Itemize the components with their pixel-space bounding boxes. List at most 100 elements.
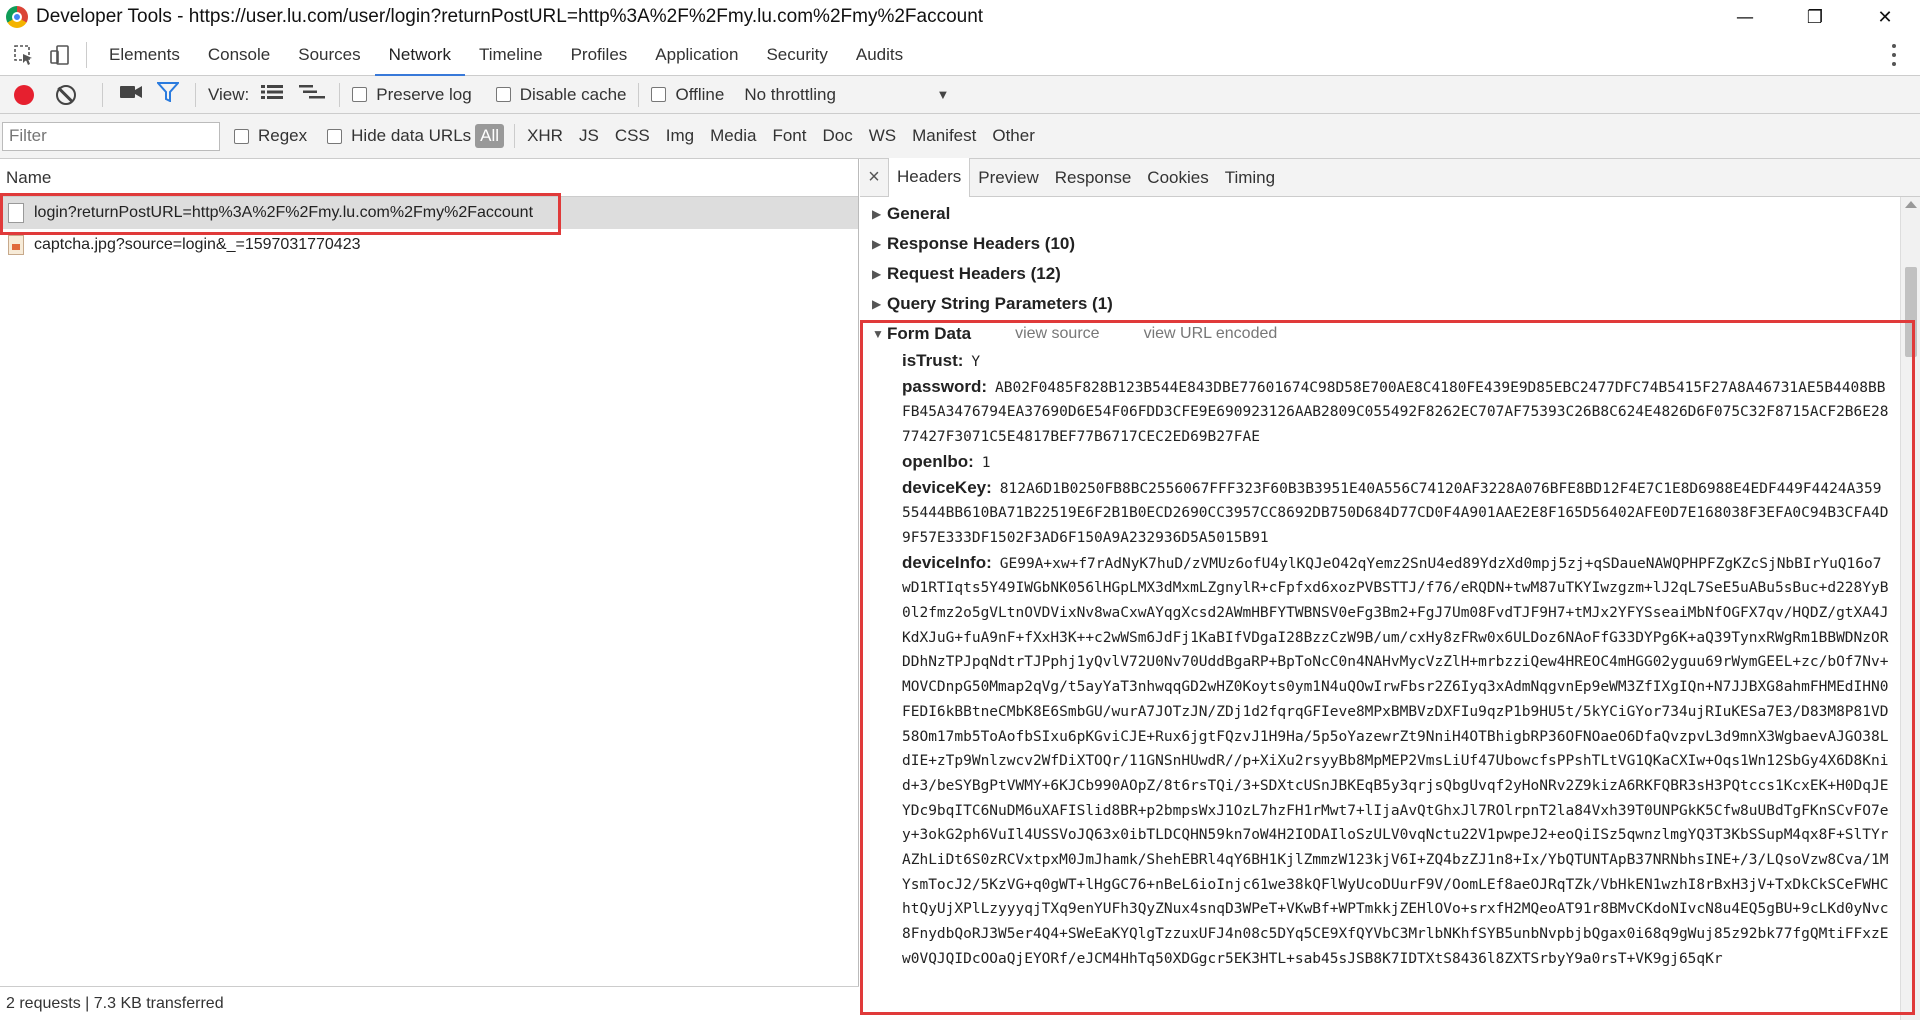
disable-cache-checkbox[interactable]: Disable cache: [495, 85, 626, 105]
query-string-section[interactable]: ▶ Query String Parameters (1): [860, 289, 1920, 319]
clear-icon[interactable]: [56, 84, 76, 105]
chrome-logo-icon: [6, 6, 28, 28]
checkbox-icon: [651, 87, 667, 102]
tab-sources[interactable]: Sources: [284, 34, 374, 76]
tab-response[interactable]: Response: [1047, 159, 1140, 197]
tab-application[interactable]: Application: [641, 34, 752, 76]
general-title: General: [887, 204, 951, 223]
tab-profiles[interactable]: Profiles: [557, 34, 642, 76]
tab-cookies[interactable]: Cookies: [1139, 159, 1216, 197]
close-details-icon[interactable]: ×: [860, 166, 888, 189]
filter-input[interactable]: [2, 121, 220, 151]
toolbar-divider: [339, 82, 341, 107]
toolbar-divider: [195, 82, 196, 107]
toolbar-divider: [514, 124, 516, 148]
response-headers-title: Response Headers (10): [887, 234, 1076, 253]
scrollbar-thumb[interactable]: [1905, 267, 1917, 357]
toolbar-divider: [86, 41, 87, 68]
form-data-title: Form Data: [887, 324, 972, 343]
status-bar: 2 requests | 7.3 KB transferred: [0, 986, 859, 1020]
field-value: 812A6D1B0250FB8BC2556067FFF323F60B3B3951…: [902, 480, 1889, 546]
filter-font[interactable]: Font: [764, 126, 814, 146]
request-name: captcha.jpg?source=login&_=1597031770423: [34, 236, 361, 253]
filter-other[interactable]: Other: [984, 126, 1043, 146]
tab-network[interactable]: Network: [374, 34, 465, 76]
capture-screenshots-icon[interactable]: [119, 83, 143, 106]
view-source-link[interactable]: view source: [1015, 325, 1099, 343]
window-title: Developer Tools - https://user.lu.com/us…: [36, 6, 984, 27]
hide-data-urls-label: Hide data URLs: [351, 126, 472, 145]
field-key: deviceKey:: [902, 477, 992, 497]
document-icon: [8, 203, 24, 223]
request-row[interactable]: captcha.jpg?source=login&_=1597031770423: [0, 229, 858, 261]
tab-timeline[interactable]: Timeline: [465, 34, 557, 76]
general-section[interactable]: ▶ General: [860, 199, 1920, 229]
image-file-icon: [8, 235, 24, 255]
filter-xhr[interactable]: XHR: [519, 126, 571, 146]
tab-security[interactable]: Security: [752, 34, 841, 76]
inspect-element-icon[interactable]: [6, 37, 42, 73]
tab-headers[interactable]: Headers: [888, 158, 971, 197]
field-value: Y: [971, 354, 981, 370]
query-string-title: Query String Parameters (1): [887, 294, 1113, 313]
window-controls: — ❐ ✕: [1710, 0, 1920, 34]
filter-doc[interactable]: Doc: [814, 126, 860, 146]
preserve-log-label: Preserve log: [376, 84, 472, 104]
field-key: deviceInfo:: [902, 552, 992, 572]
checkbox-icon: [234, 128, 249, 144]
offline-checkbox[interactable]: Offline: [651, 85, 724, 105]
filter-all-button[interactable]: All: [475, 124, 505, 148]
filter-media[interactable]: Media: [702, 126, 764, 146]
form-data-section[interactable]: ▼ Form Data view source view URL encoded: [860, 319, 1920, 349]
regex-label: Regex: [258, 126, 308, 145]
request-list-panel: Name login?returnPostURL=http%3A%2F%2Fmy…: [0, 159, 859, 1020]
form-field: isTrust: Y: [902, 349, 1890, 375]
filter-js[interactable]: JS: [571, 126, 607, 146]
large-rows-icon[interactable]: [261, 84, 284, 105]
hide-data-urls-checkbox[interactable]: Hide data URLs: [327, 126, 471, 146]
response-headers-section[interactable]: ▶ Response Headers (10): [860, 229, 1920, 259]
regex-checkbox[interactable]: Regex: [234, 126, 307, 146]
filter-bar: Regex Hide data URLs All XHR JS CSS Img …: [0, 114, 1920, 159]
expand-arrow-icon: ▶: [872, 237, 882, 251]
throttling-select[interactable]: No throttling ▼: [744, 85, 949, 105]
restore-button[interactable]: ❐: [1780, 0, 1850, 34]
field-key: openlbo:: [902, 451, 974, 471]
device-toolbar-icon[interactable]: [42, 37, 78, 73]
details-scrollbar[interactable]: [1900, 197, 1920, 1020]
request-headers-section[interactable]: ▶ Request Headers (12): [860, 259, 1920, 289]
checkbox-icon: [495, 87, 511, 102]
form-field: deviceKey: 812A6D1B0250FB8BC2556067FFF323…: [902, 476, 1890, 551]
more-options-icon[interactable]: [1882, 42, 1906, 68]
devtools-tabbar: Elements Console Sources Network Timelin…: [0, 34, 1920, 76]
expand-arrow-icon: ▶: [872, 297, 882, 311]
field-value: 1: [981, 454, 991, 471]
tab-timing[interactable]: Timing: [1217, 159, 1283, 197]
filter-icon[interactable]: [155, 82, 181, 107]
filter-css[interactable]: CSS: [607, 126, 658, 146]
preserve-log-checkbox[interactable]: Preserve log: [352, 84, 472, 105]
filter-img[interactable]: Img: [658, 126, 702, 146]
name-column-header[interactable]: Name: [0, 159, 858, 197]
filter-manifest[interactable]: Manifest: [904, 126, 984, 146]
request-name: login?returnPostURL=http%3A%2F%2Fmy.lu.c…: [34, 204, 534, 221]
scroll-up-icon[interactable]: [1905, 201, 1917, 208]
request-row[interactable]: login?returnPostURL=http%3A%2F%2Fmy.lu.c…: [0, 197, 858, 229]
tab-elements[interactable]: Elements: [95, 34, 194, 76]
field-key: isTrust:: [902, 351, 964, 370]
view-url-encoded-link[interactable]: view URL encoded: [1144, 325, 1278, 343]
field-value: GE99A+xw+f7rAdNyK7huD/zVMUz6ofU4ylKQJeO4…: [902, 555, 1889, 967]
offline-label: Offline: [675, 84, 725, 104]
tab-console[interactable]: Console: [194, 34, 284, 76]
expand-arrow-icon: ▶: [872, 207, 882, 221]
close-window-button[interactable]: ✕: [1850, 0, 1920, 34]
minimize-button[interactable]: —: [1710, 0, 1780, 34]
status-summary: 2 requests | 7.3 KB transferred: [6, 994, 224, 1012]
tab-audits[interactable]: Audits: [842, 34, 917, 76]
record-icon[interactable]: [14, 84, 34, 105]
tab-preview[interactable]: Preview: [970, 159, 1046, 197]
filter-ws[interactable]: WS: [861, 126, 904, 146]
view-label: View:: [208, 84, 250, 104]
overview-icon[interactable]: [299, 84, 326, 105]
window-titlebar: Developer Tools - https://user.lu.com/us…: [0, 0, 1920, 34]
